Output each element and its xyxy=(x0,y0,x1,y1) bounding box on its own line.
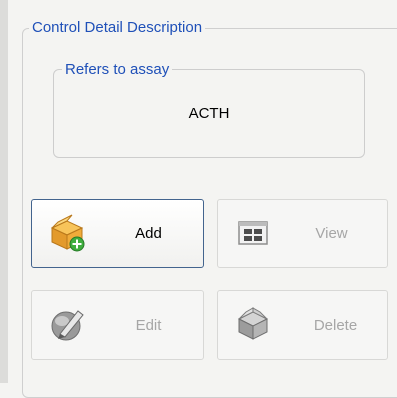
delete-box-icon xyxy=(234,305,272,343)
add-button-label: Add xyxy=(135,225,162,242)
edit-button-label: Edit xyxy=(135,316,162,334)
refers-to-assay-title: Refers to assay xyxy=(62,60,173,80)
delete-button-label: Delete xyxy=(313,316,358,334)
view-button[interactable]: View xyxy=(217,199,388,268)
left-panel-edge xyxy=(0,0,8,383)
view-button-label: View xyxy=(315,225,348,242)
add-button[interactable]: Add xyxy=(31,199,204,268)
view-grid-icon xyxy=(234,214,272,252)
assay-value: ACTH xyxy=(188,105,230,122)
box-add-icon xyxy=(48,214,86,252)
edit-pen-icon xyxy=(48,305,86,343)
edit-button[interactable]: Edit xyxy=(31,290,204,360)
control-detail-title: Control Detail Description xyxy=(29,18,206,38)
delete-button[interactable]: Delete xyxy=(217,290,388,360)
